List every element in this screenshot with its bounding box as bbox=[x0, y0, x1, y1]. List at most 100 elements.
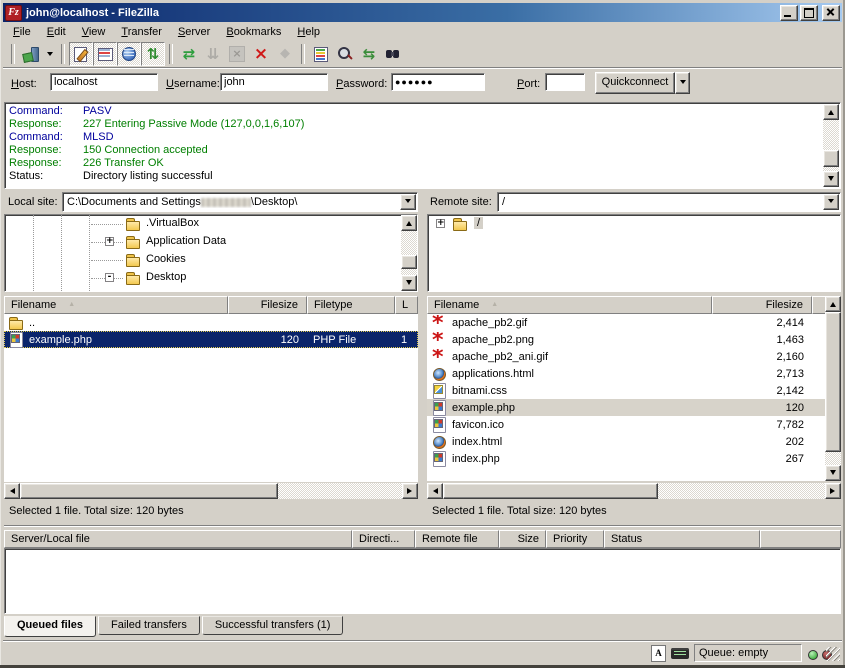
scroll-left-button[interactable] bbox=[4, 483, 20, 499]
scrollbar-thumb[interactable] bbox=[443, 483, 658, 499]
firefox-html-icon bbox=[431, 434, 447, 450]
file-row[interactable]: index.html 202 bbox=[427, 433, 825, 450]
queue-column-header[interactable]: Size bbox=[499, 530, 546, 548]
folder-icon bbox=[125, 216, 141, 232]
local-site-combo[interactable]: C:\Documents and Settings\Desktop\ bbox=[62, 192, 418, 212]
quickconnect-dropdown[interactable] bbox=[675, 72, 690, 94]
file-row[interactable]: example.php 120 PHP File 1 bbox=[4, 331, 418, 348]
tree-expander[interactable] bbox=[105, 273, 114, 282]
file-row[interactable]: apache_pb2.gif 2,414 bbox=[427, 314, 825, 331]
menu-item[interactable]: File bbox=[5, 24, 39, 40]
file-row[interactable]: apache_pb2_ani.gif 2,160 bbox=[427, 348, 825, 365]
title-bar[interactable]: Fz john@localhost - FileZilla bbox=[3, 3, 842, 22]
directory-comparison-button[interactable] bbox=[333, 42, 357, 66]
scroll-right-button[interactable] bbox=[402, 483, 418, 499]
column-header-filesize[interactable]: Filesize bbox=[228, 296, 307, 314]
file-row[interactable]: bitnami.css 2,142 bbox=[427, 382, 825, 399]
scroll-down-button[interactable] bbox=[825, 465, 841, 481]
site-manager-dropdown[interactable] bbox=[43, 42, 57, 66]
host-input[interactable] bbox=[50, 73, 158, 91]
tree-expander[interactable] bbox=[436, 219, 445, 228]
file-row[interactable]: .. bbox=[4, 314, 418, 331]
tree-item[interactable]: .VirtualBox bbox=[5, 215, 401, 233]
site-manager-button[interactable] bbox=[19, 42, 43, 66]
scrollbar-thumb[interactable] bbox=[825, 312, 841, 452]
quickconnect-button[interactable]: Quickconnect bbox=[595, 72, 675, 94]
column-header-modified[interactable]: L bbox=[395, 296, 418, 314]
abort-button[interactable]: ◆ bbox=[273, 42, 297, 66]
close-button[interactable] bbox=[822, 5, 840, 21]
scroll-left-button[interactable] bbox=[427, 483, 443, 499]
filter-button[interactable] bbox=[309, 42, 333, 66]
local-site-dropdown[interactable] bbox=[400, 194, 416, 210]
queue-column-header[interactable]: Directi... bbox=[352, 530, 415, 548]
menu-item[interactable]: Bookmarks bbox=[218, 24, 289, 40]
file-row[interactable]: example.php 120 bbox=[427, 399, 825, 416]
scrollbar-thumb[interactable] bbox=[401, 255, 417, 269]
password-label: Password: bbox=[336, 78, 387, 90]
queue-column-header[interactable]: Server/Local file bbox=[4, 530, 352, 548]
column-header-filename[interactable]: Filename bbox=[4, 296, 228, 314]
menu-item[interactable]: Server bbox=[170, 24, 218, 40]
toggle-remote-tree-button[interactable] bbox=[117, 42, 141, 66]
queue-list[interactable] bbox=[4, 548, 841, 614]
column-header-filetype[interactable]: Filetype bbox=[307, 296, 395, 314]
tree-item[interactable]: Application Data bbox=[5, 233, 401, 251]
find-files-button[interactable] bbox=[381, 42, 405, 66]
scrollbar-thumb[interactable] bbox=[823, 150, 839, 167]
toggle-local-tree-button[interactable] bbox=[93, 42, 117, 66]
log-line: Response: 227 Entering Passive Mode (127… bbox=[9, 118, 820, 131]
disconnect-button[interactable]: × bbox=[249, 42, 273, 66]
menu-item[interactable]: Edit bbox=[39, 24, 74, 40]
queue-tab[interactable]: Queued files bbox=[4, 616, 96, 637]
column-header-filesize[interactable]: Filesize bbox=[712, 296, 812, 314]
menu-item[interactable]: View bbox=[74, 24, 114, 40]
queue-column-header[interactable] bbox=[760, 530, 841, 548]
scroll-down-button[interactable] bbox=[401, 275, 417, 291]
scroll-up-button[interactable] bbox=[401, 215, 417, 231]
refresh-icon: ⇄ bbox=[183, 46, 196, 62]
port-input[interactable] bbox=[545, 73, 585, 91]
app-icon[interactable]: Fz bbox=[5, 5, 22, 21]
scroll-up-button[interactable] bbox=[823, 104, 839, 120]
scroll-up-button[interactable] bbox=[825, 296, 841, 312]
file-row[interactable]: applications.html 2,713 bbox=[427, 365, 825, 382]
file-row[interactable]: apache_pb2.png 1,463 bbox=[427, 331, 825, 348]
scroll-right-button[interactable] bbox=[825, 483, 841, 499]
resize-grip[interactable] bbox=[826, 647, 840, 661]
queue-column-header[interactable]: Priority bbox=[546, 530, 604, 548]
tree-expander[interactable] bbox=[105, 237, 114, 246]
log-line-label: Command: bbox=[9, 105, 83, 118]
username-input[interactable] bbox=[220, 73, 328, 91]
queue-column-header[interactable]: Status bbox=[604, 530, 760, 548]
css-file-icon bbox=[431, 383, 447, 399]
password-input[interactable] bbox=[391, 73, 485, 91]
synchronized-browsing-button[interactable]: ⇆ bbox=[357, 42, 381, 66]
scroll-down-button[interactable] bbox=[823, 171, 839, 187]
menu-item[interactable]: Help bbox=[289, 24, 328, 40]
tree-item[interactable]: Desktop bbox=[5, 269, 401, 287]
file-row[interactable]: favicon.ico 7,782 bbox=[427, 416, 825, 433]
transfer-type-icon[interactable]: A bbox=[651, 645, 666, 662]
toggle-message-log-button[interactable] bbox=[69, 42, 93, 66]
file-row[interactable]: index.php 267 bbox=[427, 450, 825, 467]
remote-site-dropdown[interactable] bbox=[823, 194, 839, 210]
minimize-button[interactable] bbox=[780, 5, 798, 21]
queue-column-header[interactable]: Remote file bbox=[415, 530, 499, 548]
remote-site-combo[interactable]: / bbox=[497, 192, 841, 212]
tree-item[interactable]: Cookies bbox=[5, 251, 401, 269]
queue-tab[interactable]: Failed transfers bbox=[98, 616, 200, 635]
log-line-text: 150 Connection accepted bbox=[83, 144, 208, 157]
cancel-button[interactable]: × bbox=[225, 42, 249, 66]
refresh-button[interactable]: ⇄ bbox=[177, 42, 201, 66]
tree-item[interactable]: / bbox=[428, 215, 840, 233]
speed-limit-icon[interactable] bbox=[671, 648, 689, 659]
toggle-queue-button[interactable]: ⇅ bbox=[141, 42, 165, 66]
image-file-icon bbox=[431, 332, 447, 348]
queue-tab[interactable]: Successful transfers (1) bbox=[202, 616, 344, 635]
menu-item[interactable]: Transfer bbox=[113, 24, 170, 40]
column-header-filename[interactable]: Filename bbox=[427, 296, 712, 314]
maximize-button[interactable] bbox=[800, 5, 818, 21]
scrollbar-thumb[interactable] bbox=[20, 483, 278, 499]
process-queue-button[interactable]: ⇊ bbox=[201, 42, 225, 66]
